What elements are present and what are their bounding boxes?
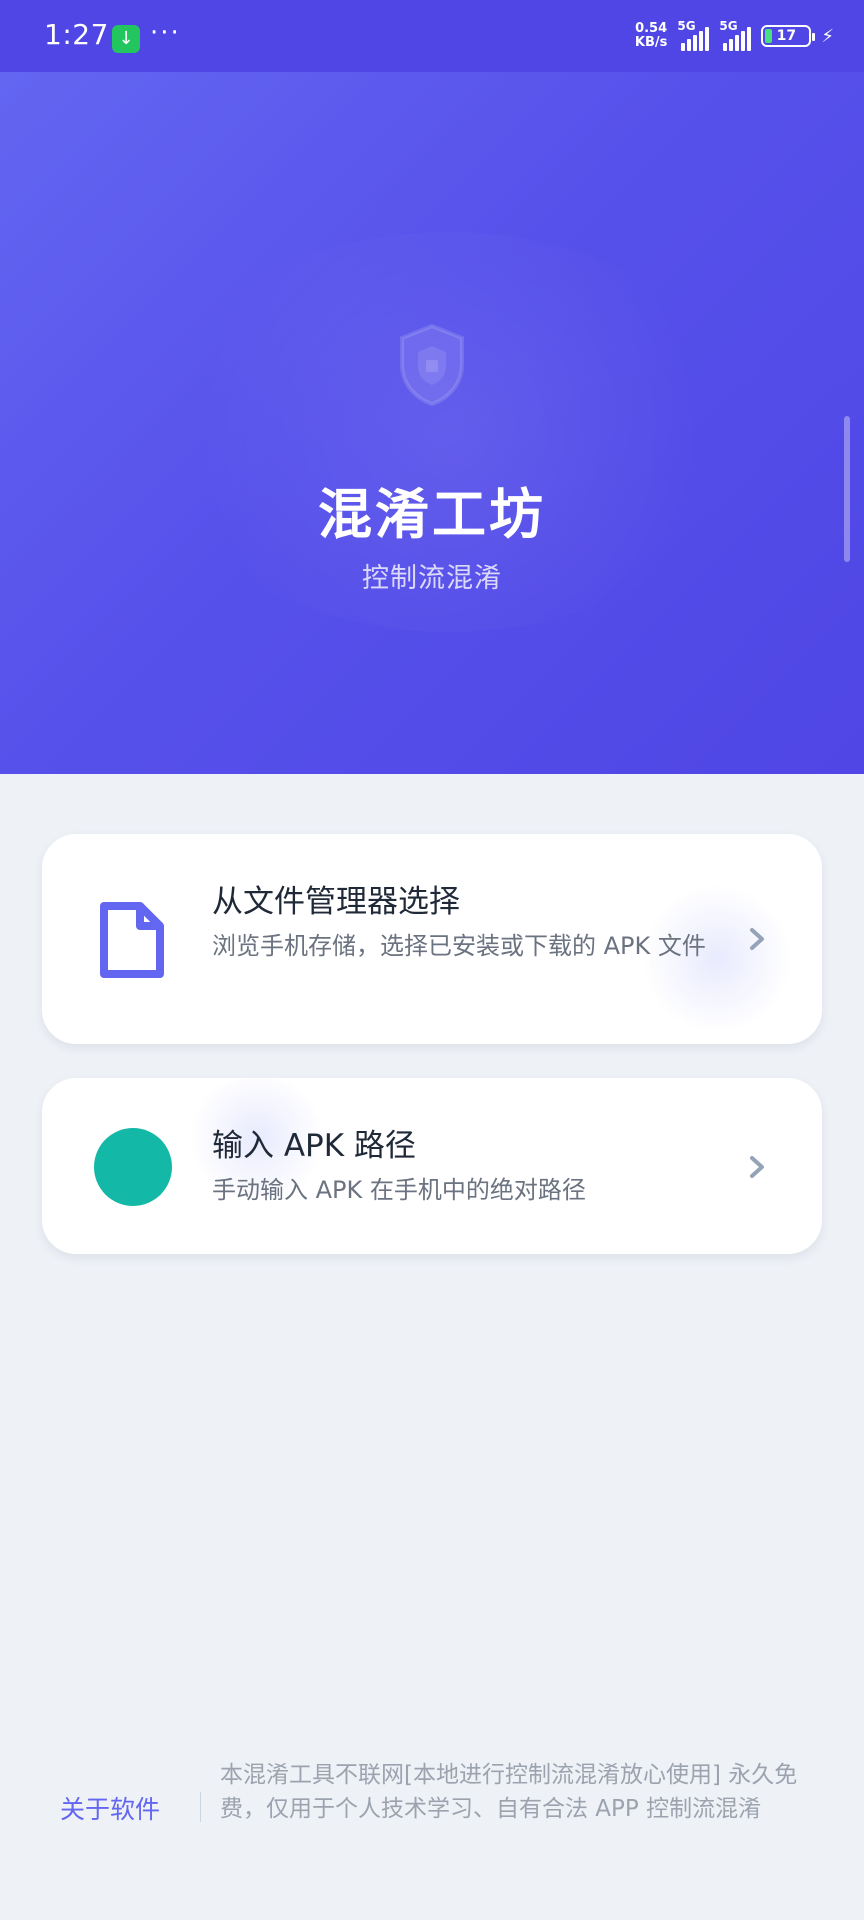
shield-icon [400,323,464,407]
network-speed: 0.54 KB/s [635,22,667,50]
chevron-right-icon [750,1156,764,1178]
circle-icon [94,1128,172,1206]
download-arrow-icon: ↓ [112,25,140,53]
chevron-right-icon [750,928,764,950]
option-description: 手动输入 APK 在手机中的绝对路径 [212,1176,586,1204]
footer-divider [200,1792,201,1822]
signal-strength-icon: 5G [677,19,710,51]
option-title: 输入 APK 路径 [212,1128,416,1164]
option-title: 从文件管理器选择 [212,884,460,920]
option-description: 浏览手机存储，选择已安装或下载的 APK 文件 [212,932,706,960]
about-software-link[interactable]: 关于软件 [60,1790,160,1826]
scrollbar[interactable] [844,416,850,562]
signal-strength-icon: 5G [719,19,752,51]
signal-type-label: 5G [719,19,738,33]
status-bar: 1:27 ↓ ··· 0.54 KB/s 5G 5G 17 ⚡ [0,0,864,72]
document-icon [94,898,170,982]
network-speed-unit: KB/s [634,35,668,50]
network-speed-value: 0.54 [635,21,668,36]
status-indicators: 0.54 KB/s 5G 5G 17 ⚡ [635,18,834,54]
lightning-icon: ⚡ [821,25,834,47]
app-subtitle: 控制流混淆 [362,563,502,594]
more-notifications-icon: ··· [150,18,181,48]
status-time: 1:27 [44,18,109,51]
battery-level: 17 [776,28,797,44]
footer: 关于软件 本混淆工具不联网[本地进行控制流混淆放心使用] 永久免费，仅用于个人技… [0,1752,864,1872]
disclaimer-text: 本混淆工具不联网[本地进行控制流混淆放心使用] 永久免费，仅用于个人技术学习、自… [220,1762,798,1822]
signal-type-label: 5G [677,19,696,33]
hero-header: 混淆工坊 控制流混淆 [0,72,864,774]
enter-apk-path-card[interactable]: 输入 APK 路径 手动输入 APK 在手机中的绝对路径 [42,1078,822,1254]
battery-icon: 17 [761,25,816,47]
app-title: 混淆工坊 [318,483,546,546]
select-from-file-manager-card[interactable]: 从文件管理器选择 浏览手机存储，选择已安装或下载的 APK 文件 [42,834,822,1044]
app-screen: 1:27 ↓ ··· 0.54 KB/s 5G 5G 17 ⚡ 混淆工坊 控制流… [0,0,864,1920]
battery-fill [765,29,773,43]
